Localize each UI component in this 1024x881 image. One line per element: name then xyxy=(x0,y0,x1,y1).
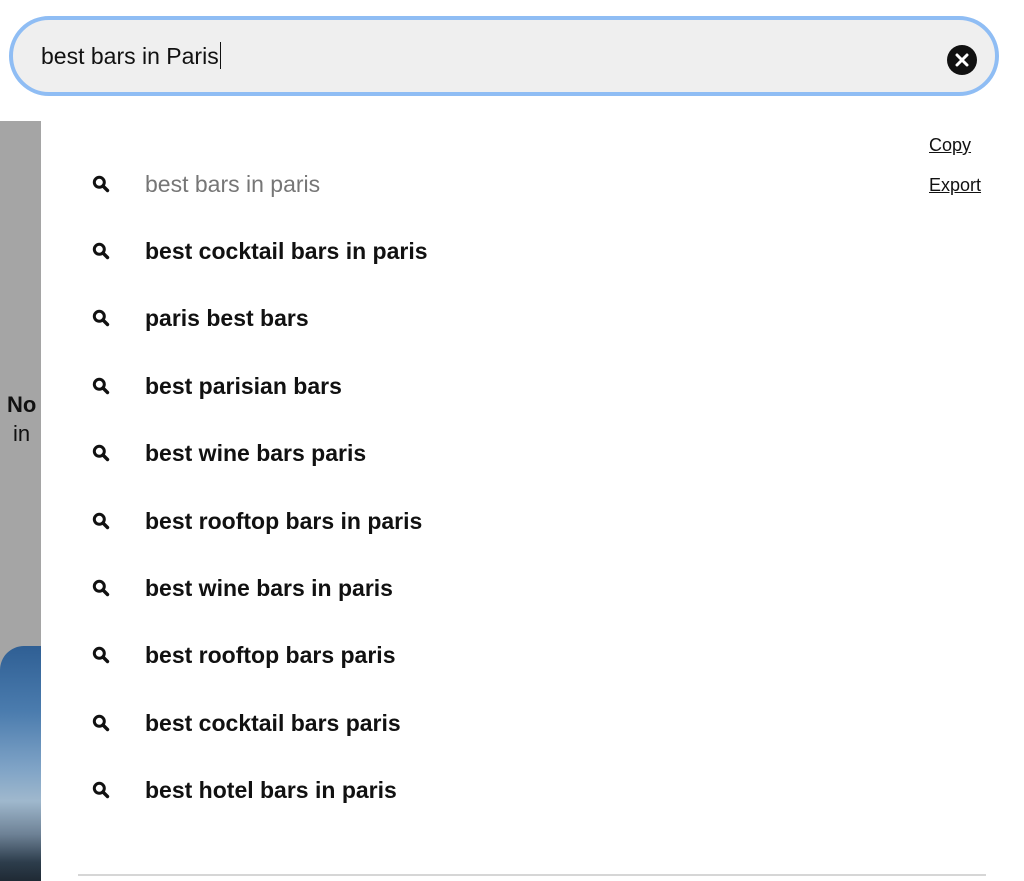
page: No in best bars in Paris best bars in pa… xyxy=(0,0,1024,881)
search-bar[interactable]: best bars in Paris xyxy=(9,16,999,96)
search-icon xyxy=(91,578,111,598)
clear-search-button[interactable] xyxy=(947,45,977,75)
divider xyxy=(78,874,986,876)
suggestion-item[interactable]: best rooftop bars paris xyxy=(91,635,831,675)
export-link[interactable]: Export xyxy=(929,173,981,197)
search-icon xyxy=(91,780,111,800)
search-icon xyxy=(91,308,111,328)
search-icon xyxy=(91,174,111,194)
search-icon xyxy=(91,713,111,733)
suggestion-item[interactable]: best parisian bars xyxy=(91,366,831,406)
suggestion-item[interactable]: best hotel bars in paris xyxy=(91,770,831,810)
suggestion-label: best hotel bars in paris xyxy=(145,776,397,803)
suggestion-item[interactable]: best wine bars in paris xyxy=(91,568,831,608)
suggestion-label: best bars in paris xyxy=(145,170,321,197)
search-icon xyxy=(91,376,111,396)
search-icon xyxy=(91,645,111,665)
copy-link[interactable]: Copy xyxy=(929,133,981,157)
suggestions-dropdown: best bars in paris best cocktail bars in … xyxy=(41,121,1024,881)
suggestion-label: best cocktail bars in paris xyxy=(145,237,428,264)
background-heading-fragment: No xyxy=(7,392,37,417)
search-icon xyxy=(91,511,111,531)
suggestion-item[interactable]: paris best bars xyxy=(91,298,831,338)
suggestion-item[interactable]: best rooftop bars in paris xyxy=(91,501,831,541)
dropdown-actions: Copy Export xyxy=(929,133,981,213)
search-icon xyxy=(91,443,111,463)
background-subtext-fragment: in xyxy=(13,421,31,446)
suggestion-item[interactable]: best wine bars paris xyxy=(91,433,831,473)
suggestion-label: best wine bars paris xyxy=(145,439,367,466)
search-icon xyxy=(91,241,111,261)
suggestion-label: best rooftop bars in paris xyxy=(145,507,423,534)
suggestion-label: best cocktail bars paris xyxy=(145,709,401,736)
suggestion-label: paris best bars xyxy=(145,304,309,331)
suggestion-label: best rooftop bars paris xyxy=(145,641,396,668)
suggestion-item[interactable]: best cocktail bars paris xyxy=(91,703,831,743)
background-text: No in xyxy=(0,390,41,448)
search-input[interactable]: best bars in Paris xyxy=(41,42,221,70)
search-input-value[interactable]: best bars in Paris xyxy=(41,43,219,69)
suggestion-item[interactable]: best cocktail bars in paris xyxy=(91,231,831,271)
background-image xyxy=(0,646,41,881)
suggestion-label: best wine bars in paris xyxy=(145,574,393,601)
close-icon xyxy=(955,53,969,67)
suggestion-label: best parisian bars xyxy=(145,372,342,399)
suggestion-item[interactable]: best bars in paris xyxy=(91,164,831,204)
text-caret xyxy=(219,42,221,69)
